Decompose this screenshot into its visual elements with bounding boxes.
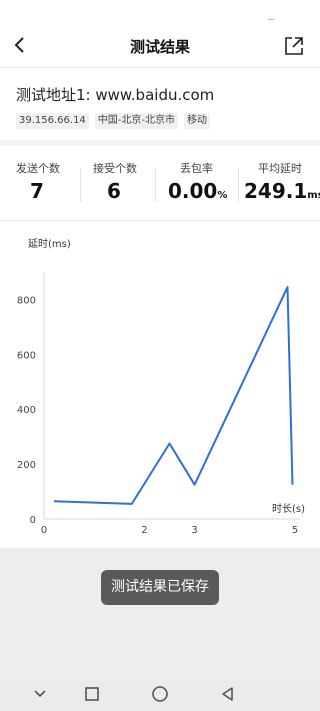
share-export-icon[interactable] (284, 36, 304, 56)
content-background: 测试结果已保存 (0, 548, 320, 678)
nav-back-icon[interactable] (218, 684, 238, 704)
stat-loss-number: 0.00 (168, 179, 218, 203)
x-tick-label: 3 (191, 525, 197, 536)
y-tick-label: 0 (30, 515, 36, 526)
stat-divider (155, 168, 156, 202)
stat-received-value: 6 (107, 179, 121, 203)
location-tag: 中国-北京-北京市 (94, 113, 179, 129)
stat-sent: 发送个数 7 (16, 160, 76, 203)
latency-chart: 延时(ms) 0 200 400 600 800 0 2 3 5 时长(s) (17, 238, 305, 536)
nav-recents-icon[interactable] (82, 684, 102, 704)
page-title: 测试结果 (129, 38, 190, 56)
stat-received: 接受个数 6 (93, 160, 153, 203)
y-tick-label: 200 (17, 460, 36, 471)
stat-latency-number: 249.1 (244, 179, 308, 203)
saved-toast: 测试结果已保存 (101, 570, 219, 605)
carrier-tag: 移动 (184, 113, 211, 129)
stat-loss: 丢包率 0.00% (168, 160, 238, 203)
x-tick-label: 2 (141, 525, 147, 536)
latency-line (53, 286, 294, 505)
stats-divider (0, 220, 320, 221)
stats-row: 发送个数 7 接受个数 6 丢包率 0.00% 平均延时 249.1ms (0, 160, 320, 210)
stat-sent-label: 发送个数 (16, 162, 60, 175)
status-bar (0, 0, 320, 24)
y-tick-label: 800 (17, 295, 36, 306)
nav-collapse-icon[interactable] (30, 684, 50, 704)
stat-sent-value: 7 (30, 179, 44, 203)
x-axis-label: 时长(s) (272, 503, 305, 515)
status-indicator (268, 19, 274, 20)
system-nav-bar (0, 678, 320, 711)
stat-divider (80, 168, 81, 202)
stat-latency-value: 249.1ms (244, 179, 320, 203)
nav-home-icon[interactable] (150, 684, 170, 704)
y-tick-label: 600 (17, 350, 36, 361)
ip-tag: 39.156.66.14 (16, 113, 89, 129)
stat-latency: 平均延时 249.1ms (244, 160, 320, 203)
top-bar: 测试结果 (0, 24, 320, 68)
stat-loss-label: 丢包率 (180, 162, 213, 175)
stat-divider (238, 168, 239, 202)
stat-received-label: 接受个数 (93, 162, 137, 175)
section-divider (0, 140, 320, 146)
stat-latency-unit: ms (307, 190, 320, 201)
stat-loss-unit: % (217, 190, 228, 201)
target-tags: 39.156.66.14 中国-北京-北京市 移动 (16, 108, 216, 129)
header-divider (0, 67, 320, 68)
x-tick-label: 0 (41, 525, 47, 536)
stat-latency-label: 平均延时 (258, 162, 302, 175)
stat-loss-value: 0.00% (168, 179, 238, 203)
y-axis-label: 延时(ms) (28, 238, 71, 250)
target-address: 测试地址1: www.baidu.com (16, 86, 215, 104)
y-tick-label: 400 (17, 405, 36, 416)
x-tick-label: 5 (292, 525, 298, 536)
